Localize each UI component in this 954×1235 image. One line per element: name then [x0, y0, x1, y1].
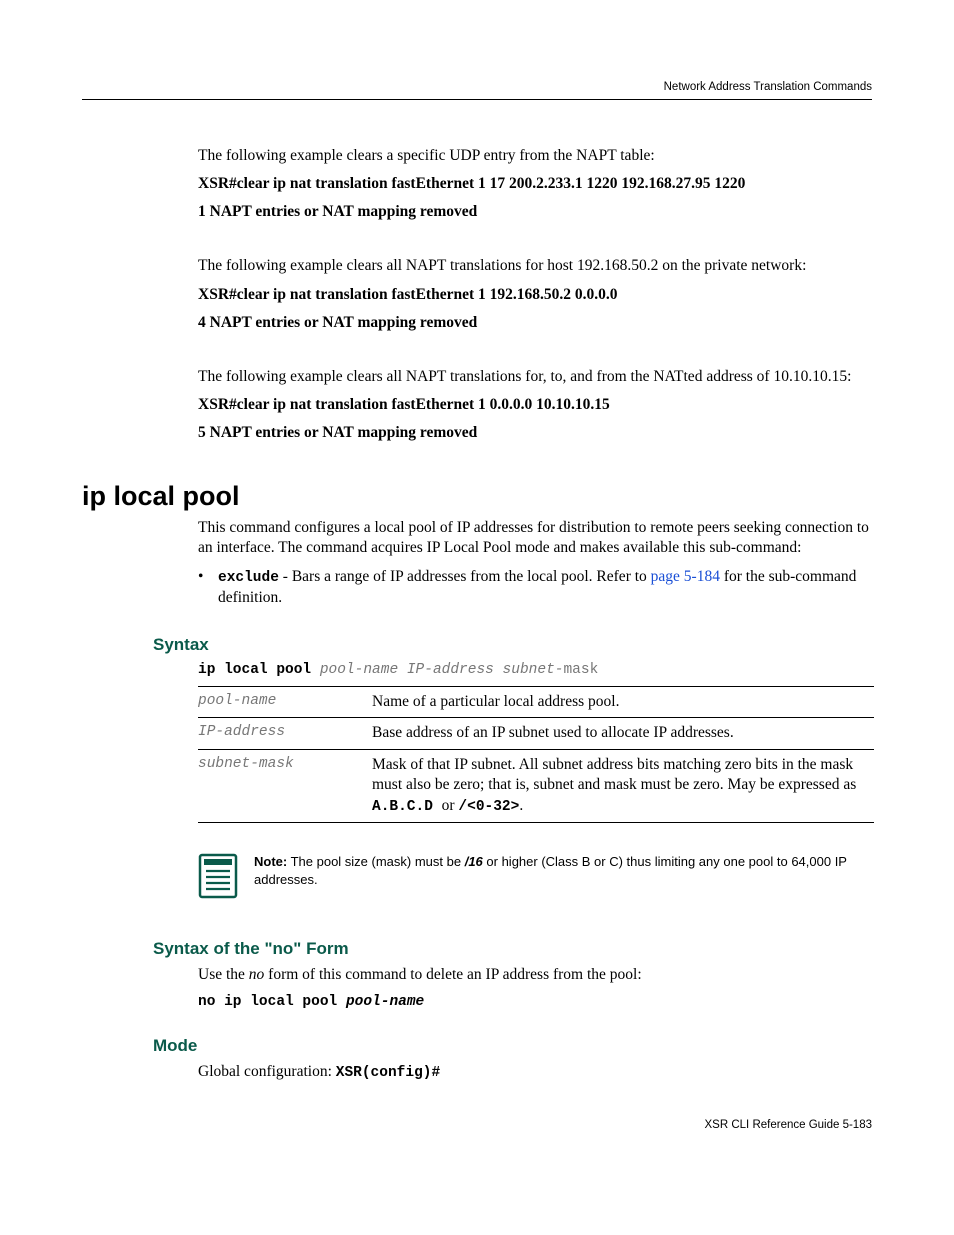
note-text-a: The pool size (mask) must be: [287, 854, 465, 869]
param-desc: Mask of that IP subnet. All subnet addre…: [372, 749, 874, 822]
example1-lead: The following example clears a specific …: [198, 146, 872, 166]
noform-lead: Use the no form of this command to delet…: [198, 965, 872, 985]
example3-result: 5 NAPT entries or NAT mapping removed: [198, 423, 872, 443]
command-title: ip local pool: [82, 481, 872, 512]
mode-text-a: Global configuration:: [198, 1063, 336, 1080]
table-row: subnet-mask Mask of that IP subnet. All …: [198, 749, 874, 822]
page-link[interactable]: page 5-184: [651, 568, 720, 585]
table-row: pool-name Name of a particular local add…: [198, 687, 874, 718]
syntax-command: ip local pool pool-name IP-address subne…: [198, 661, 872, 678]
example3-lead: The following example clears all NAPT tr…: [198, 367, 872, 387]
example1-result: 1 NAPT entries or NAT mapping removed: [198, 202, 872, 222]
exclude-keyword: exclude: [218, 570, 279, 586]
header-section: Network Address Translation Commands: [664, 81, 872, 93]
param-desc-a: Mask of that IP subnet. All subnet addre…: [372, 756, 856, 793]
syntax-tail: mask: [563, 662, 598, 678]
page-header: Network Address Translation Commands: [82, 81, 872, 100]
param-code-a: A.B.C.D: [372, 799, 442, 815]
example2-lead: The following example clears all NAPT tr…: [198, 256, 872, 276]
param-desc: Name of a particular local address pool.: [372, 687, 874, 718]
note-block: Note: The pool size (mask) must be /16 o…: [198, 853, 872, 899]
example2-result: 4 NAPT entries or NAT mapping removed: [198, 313, 872, 333]
syntax-heading: Syntax: [153, 635, 872, 655]
footer-text: XSR CLI Reference Guide 5-183: [705, 1119, 872, 1131]
parameter-table: pool-name Name of a particular local add…: [198, 686, 874, 823]
param-code-b: /<0-32>: [458, 799, 519, 815]
syntax-args: pool-name IP-address subnet-: [311, 662, 563, 678]
noform-lead-a: Use the: [198, 966, 249, 983]
table-row: IP-address Base address of an IP subnet …: [198, 718, 874, 749]
noform-command: no ip local pool pool-name: [198, 993, 872, 1010]
param-desc: Base address of an IP subnet used to all…: [372, 718, 874, 749]
exclude-bullet: • exclude - Bars a range of IP addresses…: [198, 567, 872, 609]
param-mid: or: [442, 797, 459, 814]
page-footer: XSR CLI Reference Guide 5-183: [82, 1119, 872, 1131]
note-icon: [198, 853, 238, 899]
param-desc-b: .: [519, 797, 523, 814]
bullet-text-a: - Bars a range of IP addresses from the …: [279, 568, 651, 585]
note-em: /16: [465, 854, 483, 869]
noform-keyword: no ip local pool: [198, 994, 346, 1010]
mode-text: Global configuration: XSR(config)#: [198, 1062, 872, 1083]
example3-command: XSR#clear ip nat translation fastEtherne…: [198, 395, 872, 415]
example1-command: XSR#clear ip nat translation fastEtherne…: [198, 174, 872, 194]
example2-command: XSR#clear ip nat translation fastEtherne…: [198, 285, 872, 305]
param-name: subnet-mask: [198, 749, 372, 822]
mode-heading: Mode: [153, 1036, 872, 1056]
bullet-content: exclude - Bars a range of IP addresses f…: [218, 567, 872, 609]
param-name: pool-name: [198, 687, 372, 718]
noform-arg: pool-name: [346, 994, 424, 1010]
noform-lead-b: form of this command to delete an IP add…: [264, 966, 641, 983]
syntax-keyword: ip local pool: [198, 662, 311, 678]
mode-code: XSR(config)#: [336, 1065, 440, 1081]
noform-heading: Syntax of the "no" Form: [153, 939, 872, 959]
bullet-icon: •: [198, 567, 218, 609]
note-text: Note: The pool size (mask) must be /16 o…: [254, 853, 872, 888]
note-label: Note:: [254, 854, 287, 869]
noform-em: no: [249, 966, 265, 983]
command-description: This command configures a local pool of …: [198, 518, 872, 558]
param-name: IP-address: [198, 718, 372, 749]
